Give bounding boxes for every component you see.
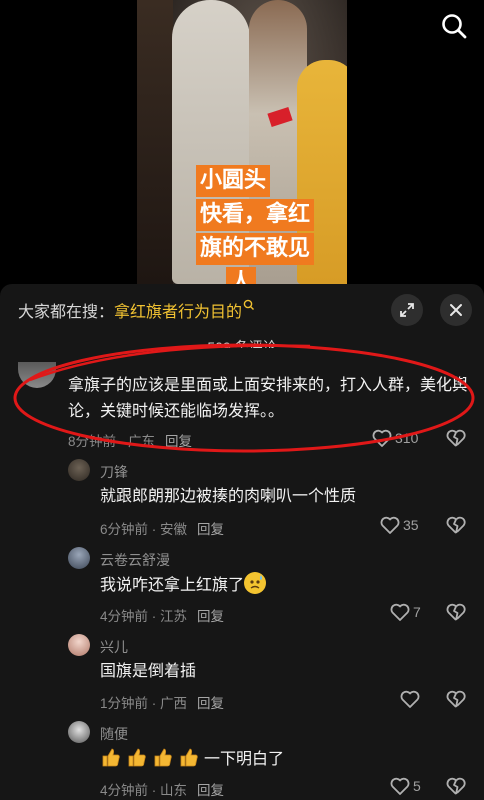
heart-icon xyxy=(372,429,392,447)
comment-location: 山东 xyxy=(160,783,188,798)
sweat-emoji xyxy=(244,572,267,594)
reply-button[interactable]: 回复 xyxy=(197,696,224,711)
reply-button[interactable]: 回复 xyxy=(197,522,224,537)
comment-count: 509 条评论 xyxy=(207,339,277,348)
comment-meta: 4分钟前 · 山东 回复 xyxy=(100,783,225,798)
comment-time: 8分钟前 xyxy=(68,434,117,449)
comment-location: 广西 xyxy=(160,696,188,711)
comment-username[interactable]: 随便 xyxy=(100,724,128,744)
reply-button[interactable]: 回复 xyxy=(197,783,224,798)
avatar[interactable] xyxy=(68,459,90,481)
comment-time: 4分钟前 xyxy=(100,783,149,798)
comment-location: 广东 xyxy=(128,434,156,449)
reply-button[interactable]: 回复 xyxy=(165,434,192,449)
comment-location: 江苏 xyxy=(160,609,188,624)
comment-text: 就跟郎朗那边被揍的肉喇叭一个性质 xyxy=(100,488,357,505)
search-icon xyxy=(243,299,255,310)
search-icon[interactable] xyxy=(440,12,468,40)
comment-meta: 4分钟前 · 江苏 回复 xyxy=(100,609,225,624)
broken-heart-icon[interactable] xyxy=(446,777,466,795)
comment-text: 国旗是倒着插 xyxy=(100,663,197,680)
avatar[interactable] xyxy=(68,721,90,743)
expand-icon xyxy=(400,303,414,317)
heart-icon xyxy=(390,603,410,621)
thumbs-up-emoji xyxy=(126,746,148,768)
suggested-search-keyword[interactable]: 拿红旗者行为目的 xyxy=(114,304,242,321)
thumbs-up-emoji xyxy=(178,746,200,768)
comment-text-body: 一下明白了 xyxy=(204,751,285,768)
like-count: 310 xyxy=(395,430,419,446)
comment-text: 一下明白了 xyxy=(100,746,400,773)
like-button[interactable]: 310 xyxy=(372,429,418,447)
avatar[interactable] xyxy=(68,547,90,569)
video-caption-line: 小圆头 xyxy=(196,165,271,197)
thumbs-up-emoji xyxy=(152,746,174,768)
reply-button[interactable]: 回复 xyxy=(197,609,224,624)
comment-text-body: 我说咋还拿上红旗了 xyxy=(100,577,245,594)
comment-username[interactable]: 云卷云舒漫 xyxy=(100,550,170,570)
heart-icon xyxy=(380,516,400,534)
broken-heart-icon[interactable] xyxy=(446,429,466,447)
comment-meta: 6分钟前 · 安徽 回复 xyxy=(100,522,225,537)
heart-icon xyxy=(400,690,420,708)
avatar[interactable] xyxy=(68,634,90,656)
comment-time: 1分钟前 xyxy=(100,696,149,711)
crowd-figure xyxy=(137,0,173,284)
close-button[interactable] xyxy=(440,294,472,326)
broken-heart-icon[interactable] xyxy=(446,690,466,708)
like-button[interactable] xyxy=(400,690,423,708)
suggested-search[interactable]: 大家都在搜：拿红旗者行为目的 xyxy=(18,298,255,322)
comment-location: 安徽 xyxy=(160,522,188,537)
like-button[interactable]: 35 xyxy=(380,516,419,534)
heart-icon xyxy=(390,777,410,795)
video-caption-line: 快看，拿红 xyxy=(196,199,315,231)
comment-text: 拿旗子的应该是里面或上面安排来的，打入人群，美化舆论，关键时候还能临场发挥。。 xyxy=(68,377,469,420)
comment-username[interactable]: 兴儿 xyxy=(100,637,128,657)
video-caption-line: 旗的不敢见 xyxy=(196,233,315,265)
comment-time: 6分钟前 xyxy=(100,522,149,537)
suggested-search-prefix: 大家都在搜： xyxy=(18,304,115,321)
comment-time: 4分钟前 xyxy=(100,609,149,624)
comment-username[interactable]: 刀锋 xyxy=(100,462,128,482)
close-icon xyxy=(450,304,462,316)
comment-meta: 8分钟前 · 广东 回复 xyxy=(68,434,193,449)
like-count: 35 xyxy=(403,517,419,533)
comment-text: 我说咋还拿上红旗了 xyxy=(100,572,400,599)
like-button[interactable]: 7 xyxy=(390,603,421,621)
thumbs-up-emoji xyxy=(100,746,122,768)
expand-button[interactable] xyxy=(391,294,423,326)
broken-heart-icon[interactable] xyxy=(446,516,466,534)
like-count: 5 xyxy=(413,778,421,794)
comment-meta: 1分钟前 · 广西 回复 xyxy=(100,696,225,711)
like-count: 7 xyxy=(413,604,421,620)
video-area[interactable]: 小圆头 快看，拿红 旗的不敢见 人 xyxy=(0,0,484,299)
like-button[interactable]: 5 xyxy=(390,777,421,795)
broken-heart-icon[interactable] xyxy=(446,603,466,621)
